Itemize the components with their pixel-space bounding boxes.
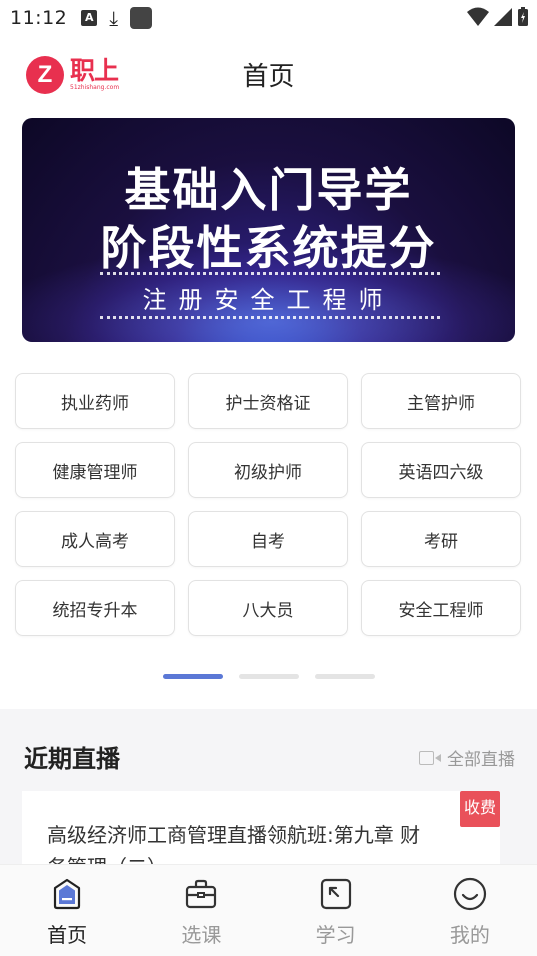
notification-a-icon: A	[81, 10, 98, 26]
category-button[interactable]: 主管护师	[361, 373, 521, 429]
signal-icon	[494, 8, 512, 26]
category-button[interactable]: 统招专升本	[15, 580, 175, 636]
banner-course-name: 注册安全工程师	[142, 286, 395, 314]
app-notification-icon	[130, 7, 153, 29]
banner-divider	[100, 316, 440, 319]
download-icon: ⤓	[109, 6, 119, 30]
nav-label: 学习	[315, 923, 356, 947]
category-pager	[163, 674, 375, 679]
banner-headline: 基础入门导学	[124, 163, 413, 217]
wifi-icon	[467, 7, 489, 26]
category-button[interactable]: 考研	[361, 511, 521, 567]
category-button[interactable]: 英语四六级	[361, 442, 521, 498]
pager-indicator-active[interactable]	[163, 674, 223, 679]
nav-item-study[interactable]: 学习	[269, 865, 403, 956]
category-button[interactable]: 成人高考	[15, 511, 175, 567]
nav-item-profile[interactable]: 我的	[403, 865, 537, 956]
category-button[interactable]: 八大员	[188, 580, 348, 636]
page-title: 首页	[242, 62, 295, 92]
banner-divider	[100, 272, 440, 275]
category-button[interactable]: 执业药师	[15, 373, 175, 429]
app-header: Z 职上 51zhishang.com 首页	[0, 44, 537, 104]
category-button[interactable]: 自考	[188, 511, 348, 567]
bag-icon	[184, 877, 218, 911]
pager-indicator[interactable]	[315, 674, 375, 679]
nav-item-home[interactable]: 首页	[0, 865, 134, 956]
section-title: 近期直播	[24, 745, 120, 773]
status-bar: 11:12 A ⤓	[0, 0, 537, 36]
banner-subheadline: 阶段性系统提分	[100, 221, 437, 275]
study-icon	[319, 877, 353, 911]
nav-label: 首页	[47, 923, 88, 947]
category-grid: 执业药师 护士资格证 主管护师 健康管理师 初级护师 英语四六级 成人高考 自考…	[15, 373, 523, 636]
category-button[interactable]: 健康管理师	[15, 442, 175, 498]
profile-icon	[453, 877, 487, 911]
all-live-link[interactable]: 全部直播	[419, 745, 515, 770]
live-card-title: 高级经济师工商管理直播领航班:第九章 财务管理（二）	[47, 823, 421, 869]
live-section: 近期直播 全部直播 高级经济师工商管理直播领航班:第九章 财务管理（二） 收费	[0, 709, 537, 869]
bottom-nav: 首页 选课 学习 我的	[0, 864, 537, 956]
category-button[interactable]: 护士资格证	[188, 373, 348, 429]
all-live-label: 全部直播	[447, 750, 515, 770]
nav-label: 选课	[181, 923, 222, 947]
promo-banner[interactable]: 基础入门导学 阶段性系统提分 注册安全工程师	[22, 118, 515, 342]
pager-indicator[interactable]	[239, 674, 299, 679]
nav-label: 我的	[449, 923, 490, 947]
paid-badge: 收费	[460, 791, 500, 827]
nav-item-courses[interactable]: 选课	[134, 865, 268, 956]
live-card[interactable]: 高级经济师工商管理直播领航班:第九章 财务管理（二） 收费	[22, 791, 500, 869]
status-right-icons	[467, 7, 529, 27]
category-button[interactable]: 安全工程师	[361, 580, 521, 636]
status-time: 11:12	[10, 7, 68, 29]
video-camera-icon	[419, 750, 441, 765]
category-button[interactable]: 初级护师	[188, 442, 348, 498]
battery-icon	[518, 7, 528, 26]
home-icon	[50, 877, 84, 911]
